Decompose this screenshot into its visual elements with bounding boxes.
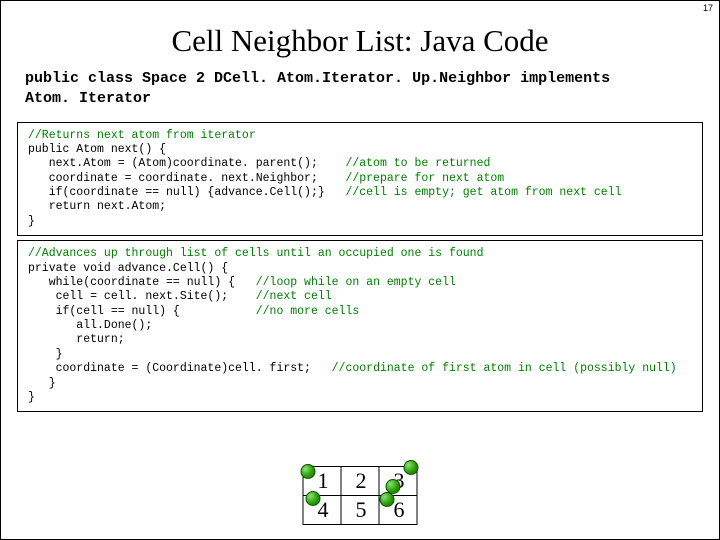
- code-line: }: [28, 348, 63, 361]
- grid-cell: 4: [303, 496, 341, 525]
- atom-dot: [404, 460, 419, 475]
- code-line: //Advances up through list of cells unti…: [28, 247, 483, 260]
- code-comment: //cell is empty; get atom from next cell: [345, 186, 621, 199]
- code-line: }: [28, 215, 35, 228]
- class-decl-line2: Atom. Iterator: [25, 90, 151, 107]
- code-line: if(coordinate == null) {advance.Cell();}: [28, 186, 345, 199]
- cell-label: 2: [356, 468, 367, 493]
- code-comment: //prepare for next atom: [345, 172, 504, 185]
- grid-cell: 5: [341, 496, 379, 525]
- page-number: 17: [703, 3, 713, 13]
- code-comment: //loop while on an empty cell: [256, 276, 456, 289]
- cell-label: 5: [356, 497, 367, 522]
- code-line: while(coordinate == null) {: [28, 276, 256, 289]
- code-comment: //no more cells: [256, 305, 360, 318]
- grid-cell: 6: [379, 496, 417, 525]
- atom-dot: [306, 491, 321, 506]
- code-box-next: //Returns next atom from iterator public…: [17, 122, 703, 237]
- atom-dot: [301, 464, 316, 479]
- code-line: return;: [28, 333, 125, 346]
- code-comment: //atom to be returned: [345, 157, 490, 170]
- code-line: cell = cell. next.Site();: [28, 290, 256, 303]
- class-declaration: public class Space 2 DCell. Atom.Iterato…: [1, 69, 719, 118]
- cell-grid: 1 2 3 4 5 6: [303, 466, 418, 525]
- code-line: private void advance.Cell() {: [28, 262, 228, 275]
- code-line: return next.Atom;: [28, 200, 166, 213]
- code-line: }: [28, 391, 35, 404]
- code-box-advance: //Advances up through list of cells unti…: [17, 240, 703, 412]
- code-line: coordinate = coordinate. next.Neighbor;: [28, 172, 345, 185]
- code-line: public Atom next() {: [28, 143, 166, 156]
- slide-title: Cell Neighbor List: Java Code: [1, 23, 719, 59]
- code-line: if(cell == null) {: [28, 305, 256, 318]
- code-comment: //next cell: [256, 290, 332, 303]
- cell-label: 6: [394, 497, 405, 522]
- code-line: next.Atom = (Atom)coordinate. parent();: [28, 157, 345, 170]
- cell-label: 1: [318, 468, 329, 493]
- grid-cell: 2: [341, 467, 379, 496]
- atom-dot: [380, 492, 395, 507]
- code-line: }: [28, 377, 56, 390]
- code-line: all.Done();: [28, 319, 152, 332]
- class-decl-line1: public class Space 2 DCell. Atom.Iterato…: [25, 70, 610, 87]
- code-line: //Returns next atom from iterator: [28, 129, 256, 142]
- code-comment: //coordinate of first atom in cell (poss…: [332, 362, 677, 375]
- code-line: coordinate = (Coordinate)cell. first;: [28, 362, 332, 375]
